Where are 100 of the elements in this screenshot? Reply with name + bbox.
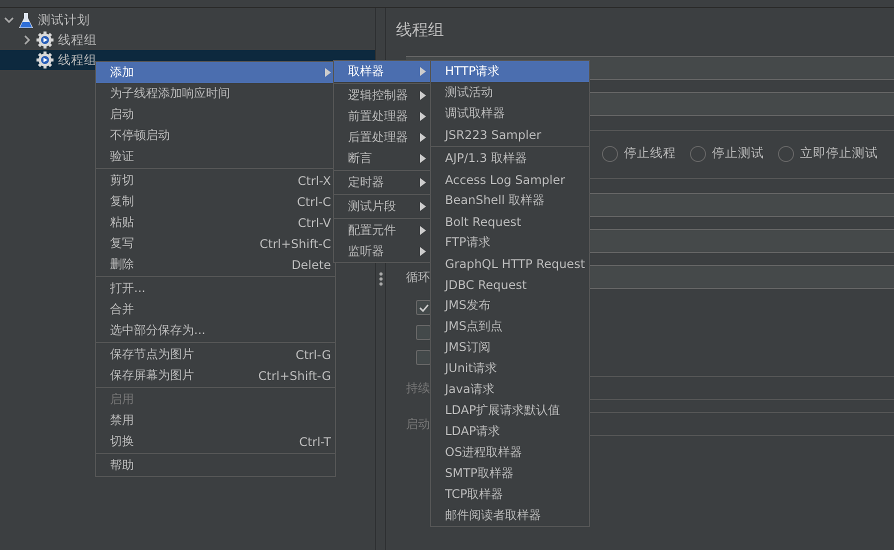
menu-item[interactable]: JMS订阅: [431, 337, 590, 358]
tree-item[interactable]: 线程组: [0, 30, 375, 50]
menu-label: Access Log Sampler: [445, 172, 566, 186]
menu-item[interactable]: 取样器: [334, 61, 430, 82]
menu-item[interactable]: AJP/1.3 取样器: [431, 148, 590, 169]
menu-item[interactable]: JSR223 Sampler: [431, 124, 590, 145]
checkbox[interactable]: [416, 325, 431, 340]
menu-label: SMTP取样器: [445, 465, 515, 482]
radio-option[interactable]: 立即停止测试: [778, 145, 878, 162]
menu-label: 前置处理器: [348, 108, 409, 125]
menu-label: OS进程取样器: [445, 444, 524, 461]
menu-item[interactable]: 调试取样器: [431, 103, 590, 124]
menu-label: 切换: [110, 433, 135, 450]
menu-item[interactable]: JDBC Request: [431, 274, 590, 295]
menu-item[interactable]: 禁用: [96, 410, 335, 431]
submenu-arrow-icon: [420, 112, 426, 121]
menu-item[interactable]: 复写 Ctrl+Shift-C: [96, 233, 335, 254]
menu-label: 不停顿启动: [110, 127, 171, 144]
shortcut-label: Ctrl-T: [299, 434, 331, 448]
menu-item[interactable]: SMTP取样器: [431, 463, 590, 484]
menu-item[interactable]: 剪切 Ctrl-X: [96, 170, 335, 191]
menu-item[interactable]: 不停顿启动: [96, 125, 335, 146]
menu-item[interactable]: 启动: [96, 104, 335, 125]
menu-item[interactable]: GraphQL HTTP Request: [431, 253, 590, 274]
menu-item[interactable]: JUnit请求: [431, 358, 590, 379]
menu-item[interactable]: 断言: [334, 148, 430, 169]
menu-item[interactable]: JMS发布: [431, 295, 590, 316]
menu-label: 剪切: [110, 172, 135, 189]
checkbox[interactable]: [416, 300, 431, 315]
menu-label: 验证: [110, 148, 135, 165]
menu-item[interactable]: 合并: [96, 299, 335, 320]
radio-option[interactable]: 停止测试: [690, 145, 764, 162]
menu-item[interactable]: 粘贴 Ctrl-V: [96, 212, 335, 233]
menu-label: JMS订阅: [445, 339, 492, 356]
submenu-arrow-icon: [420, 91, 426, 100]
menu-item[interactable]: 后置处理器: [334, 127, 430, 148]
menu-label: TCP取样器: [445, 486, 504, 503]
menu-item[interactable]: TCP取样器: [431, 484, 590, 505]
menu-item[interactable]: 选中部分保存为...: [96, 320, 335, 341]
menu-label: 调试取样器: [445, 105, 506, 122]
menu-label: 为子线程添加响应时间: [110, 85, 231, 102]
menu-item[interactable]: 切换 Ctrl-T: [96, 431, 335, 452]
menu-item[interactable]: 打开...: [96, 278, 335, 299]
menu-label: Bolt Request: [445, 214, 522, 228]
menu-label: 后置处理器: [348, 129, 409, 146]
menu-item[interactable]: FTP请求: [431, 232, 590, 253]
menu-item[interactable]: 删除 Delete: [96, 254, 335, 275]
radio-option[interactable]: 停止线程: [602, 145, 676, 162]
menu-label: 复写: [110, 235, 135, 252]
checkbox[interactable]: [416, 350, 431, 365]
submenu-arrow-icon: [420, 154, 426, 163]
menu-item[interactable]: Bolt Request: [431, 211, 590, 232]
menu-label: LDAP扩展请求默认值: [445, 402, 562, 419]
menu-item[interactable]: 测试片段: [334, 196, 430, 217]
field-label: 启动: [406, 416, 431, 432]
shortcut-label: Ctrl-C: [296, 194, 331, 208]
menu-item[interactable]: 保存节点为图片 Ctrl-G: [96, 344, 335, 365]
menu-item[interactable]: BeanShell 取样器: [431, 190, 590, 211]
menu-item[interactable]: OS进程取样器: [431, 442, 590, 463]
gear-icon: [36, 31, 54, 49]
menu-label: 断言: [348, 150, 373, 167]
chevron-right-icon[interactable]: [22, 35, 32, 45]
tree-item[interactable]: 测试计划: [0, 10, 375, 30]
menu-label: GraphQL HTTP Request: [445, 256, 586, 270]
menu-item[interactable]: JMS点到点: [431, 316, 590, 337]
menu-label: 保存节点为图片: [110, 346, 195, 363]
menu-item[interactable]: 监听器: [334, 241, 430, 262]
menu-item[interactable]: 前置处理器: [334, 106, 430, 127]
menu-item[interactable]: 验证: [96, 146, 335, 167]
menu-item[interactable]: 保存屏幕为图片 Ctrl+Shift-G: [96, 365, 335, 386]
menu-label: AJP/1.3 取样器: [445, 150, 528, 167]
menu-item[interactable]: 定时器: [334, 172, 430, 193]
menu-label: 逻辑控制器: [348, 87, 409, 104]
menu-label: 删除: [110, 256, 135, 273]
menu-label: 合并: [110, 301, 135, 318]
menu-item[interactable]: 为子线程添加响应时间: [96, 83, 335, 104]
menu-item[interactable]: LDAP扩展请求默认值: [431, 400, 590, 421]
menu-item[interactable]: 帮助: [96, 455, 335, 476]
submenu-arrow-icon: [420, 247, 426, 256]
chevron-down-icon[interactable]: [4, 15, 14, 25]
menu-label: 粘贴: [110, 214, 135, 231]
menu-item[interactable]: HTTP请求: [431, 61, 590, 82]
menu-item[interactable]: Access Log Sampler: [431, 169, 590, 190]
panel-title: 线程组: [396, 20, 445, 41]
menu-item[interactable]: 逻辑控制器: [334, 85, 430, 106]
menu-item[interactable]: LDAP请求: [431, 421, 590, 442]
menu-item[interactable]: Java请求: [431, 379, 590, 400]
grip-icon: [378, 272, 382, 286]
menu-item[interactable]: 测试活动: [431, 82, 590, 103]
menu-item[interactable]: 邮件阅读者取样器: [431, 505, 590, 526]
menu-item[interactable]: 配置元件: [334, 220, 430, 241]
menu-item[interactable]: 添加: [96, 62, 335, 83]
field-label: 循环: [406, 268, 431, 286]
menu-label: JSR223 Sampler: [445, 128, 542, 142]
menu-label: Java请求: [445, 381, 496, 398]
menu-label: 禁用: [110, 412, 135, 429]
menu-label: FTP请求: [445, 234, 492, 251]
menu-label: 监听器: [348, 243, 385, 260]
menu-item[interactable]: 复制 Ctrl-C: [96, 191, 335, 212]
menu-label: LDAP请求: [445, 423, 502, 440]
